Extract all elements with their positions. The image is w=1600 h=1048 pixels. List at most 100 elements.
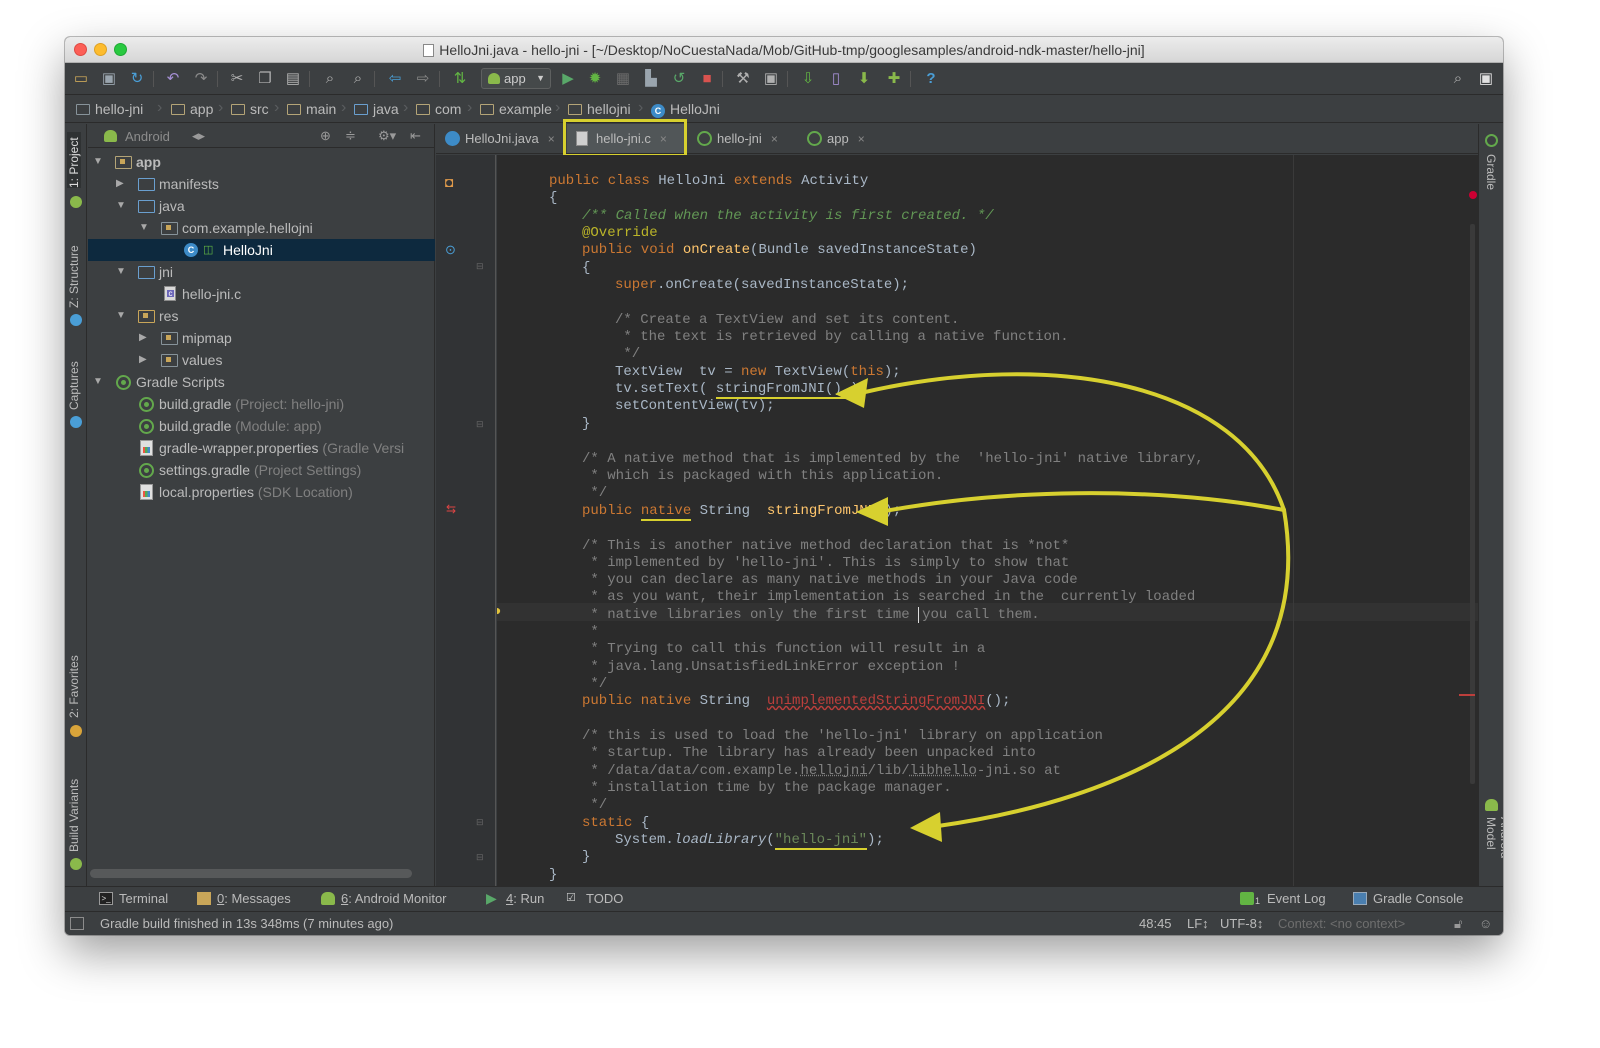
vertical-scrollbar[interactable] [1470, 224, 1475, 784]
tree-item-res[interactable]: ▼ res [88, 305, 435, 327]
context-select[interactable]: Context: <no context> [1278, 916, 1405, 931]
breadcrumb-item[interactable]: src [231, 101, 269, 118]
code-editor[interactable]: ● public class HelloJni extends Activity… [497, 155, 1478, 886]
gradle-console-button[interactable]: Gradle Console [1353, 891, 1463, 906]
toggle-tool-windows-icon[interactable] [70, 917, 84, 930]
forward-icon[interactable]: ⇨ [414, 70, 432, 88]
tree-item-jni[interactable]: ▼ jni [88, 261, 435, 283]
search-everywhere-icon[interactable]: ⌕ [1449, 70, 1467, 88]
tree-item-manifests[interactable]: ▶ manifests [88, 173, 435, 195]
breadcrumb-item[interactable]: app [171, 101, 213, 118]
tree-item-hellojni[interactable]: C ◫ HelloJni [88, 239, 435, 261]
paste-icon[interactable]: ▤ [284, 70, 302, 88]
tab-structure[interactable]: Z: Structure [67, 232, 81, 308]
breadcrumb-item[interactable]: example [480, 101, 552, 118]
close-icon[interactable]: × [548, 132, 555, 146]
open-icon[interactable]: ▭ [72, 70, 90, 88]
back-icon[interactable]: ⇦ [386, 70, 404, 88]
close-icon[interactable]: × [858, 132, 865, 146]
help-icon[interactable]: ? [922, 70, 940, 88]
tree-item-local-properties[interactable]: local.properties (SDK Location) [88, 481, 435, 503]
tab-captures[interactable]: Captures [67, 350, 81, 410]
find-icon[interactable]: ⌕ [321, 70, 339, 88]
attach-debugger-icon[interactable]: ▙ [642, 70, 660, 88]
avd-manager-icon[interactable]: ▯ [827, 70, 845, 88]
android-device-monitor-icon[interactable]: ✚ [885, 70, 903, 88]
class-marker-icon[interactable]: ◘ [445, 174, 453, 190]
user-icon[interactable]: ▣ [1477, 70, 1495, 88]
android-monitor-button[interactable]: 6: Android Monitor [321, 891, 447, 906]
switch-view-icon[interactable]: ◂▸ [192, 128, 205, 144]
error-marker[interactable] [1459, 694, 1475, 696]
breadcrumb-item[interactable]: com [416, 101, 461, 118]
fold-icon[interactable]: ⊟ [476, 817, 484, 828]
tab-project[interactable]: 1: Project [67, 132, 81, 188]
tree-item-gradle-scripts[interactable]: ▼ Gradle Scripts [88, 371, 435, 393]
event-log-button[interactable]: 1 Event Log [1240, 891, 1326, 906]
make-icon[interactable]: ⇅ [451, 70, 469, 88]
tree-item-build-gradle-project[interactable]: build.gradle (Project: hello-jni) [88, 393, 435, 415]
tree-item-mipmap[interactable]: ▶ mipmap [88, 327, 435, 349]
tab-build-variants[interactable]: Build Variants [67, 764, 81, 852]
run-button[interactable]: ▶ 4: Run [486, 891, 544, 906]
fold-icon[interactable]: ⊟ [476, 419, 484, 430]
tree-item-values[interactable]: ▶ values [88, 349, 435, 371]
caret-position[interactable]: 48:45 [1139, 916, 1172, 931]
fold-icon[interactable]: ⊟ [476, 852, 484, 863]
tree-item-package[interactable]: ▼ com.example.hellojni [88, 217, 435, 239]
debug-icon[interactable]: ✹ [586, 70, 604, 88]
hide-panel-icon[interactable]: ⇤ [410, 128, 421, 144]
horizontal-scrollbar[interactable] [90, 869, 412, 878]
tree-item-hello-jni-c[interactable]: hello-jni.c [88, 283, 435, 305]
breadcrumb-item[interactable]: java [354, 101, 399, 118]
encoding-select[interactable]: UTF-8↕ [1220, 916, 1263, 931]
breadcrumb-item[interactable]: hellojni [568, 101, 631, 118]
tab-favorites[interactable]: 2: Favorites [67, 644, 81, 718]
copy-icon[interactable]: ❐ [256, 70, 274, 88]
cut-icon[interactable]: ✂ [228, 70, 246, 88]
apply-changes-icon[interactable]: ↺ [670, 70, 688, 88]
gear-icon[interactable]: ⚙▾ [378, 128, 396, 144]
tree-item-java[interactable]: ▼ java [88, 195, 435, 217]
tab-gradle[interactable]: Gradle [1484, 154, 1498, 190]
tree-item-build-gradle-module[interactable]: build.gradle (Module: app) [88, 415, 435, 437]
fold-icon[interactable]: ⊟ [476, 261, 484, 272]
tab-hellojni-java[interactable]: HelloJni.java × [436, 124, 558, 153]
tree-item-app[interactable]: ▼ app [88, 151, 435, 173]
todo-button[interactable]: ☑ TODO [566, 891, 623, 906]
sync-icon[interactable]: ↻ [128, 70, 146, 88]
tab-hello-jni-gradle[interactable]: hello-jni × [688, 124, 794, 153]
breadcrumb-item[interactable]: hello-jni [76, 101, 143, 118]
line-separator-select[interactable]: LF↕ [1187, 916, 1209, 931]
undo-icon[interactable]: ↶ [164, 70, 182, 88]
close-window-button[interactable] [74, 43, 87, 56]
messages-button[interactable]: 0: Messages [197, 891, 291, 906]
project-view-select[interactable]: Android [125, 129, 170, 144]
coverage-icon[interactable]: ▦ [614, 70, 632, 88]
scroll-from-source-icon[interactable]: ⊕ [320, 128, 331, 144]
project-structure-icon[interactable]: ⚒ [734, 70, 752, 88]
tab-android-model[interactable]: Android Model [1484, 817, 1503, 886]
sync-gradle-icon[interactable]: ⇩ [799, 70, 817, 88]
tree-item-gradle-wrapper[interactable]: gradle-wrapper.properties (Gradle Versi [88, 437, 435, 459]
lock-icon[interactable]: 🔓︎ [1454, 916, 1462, 932]
stop-icon[interactable]: ■ [698, 70, 716, 88]
minimize-window-button[interactable] [94, 43, 107, 56]
save-icon[interactable]: ▣ [100, 70, 118, 88]
layout-icon[interactable]: ▣ [762, 70, 780, 88]
override-marker-icon[interactable]: ⊙ [445, 242, 456, 258]
terminal-button[interactable]: >_ Terminal [99, 891, 168, 906]
breadcrumb-item[interactable]: C HelloJni [651, 101, 720, 118]
collapse-all-icon[interactable]: ≑ [345, 128, 356, 144]
replace-icon[interactable]: ⌕ [349, 70, 367, 88]
breadcrumb-item[interactable]: main [287, 101, 336, 118]
error-stripe-icon[interactable] [1469, 191, 1477, 199]
run-icon[interactable]: ▶ [559, 70, 577, 88]
navigate-native-icon[interactable]: ⇆ [446, 502, 456, 516]
sdk-manager-icon[interactable]: ⬇ [855, 70, 873, 88]
tree-item-settings-gradle[interactable]: settings.gradle (Project Settings) [88, 459, 435, 481]
redo-icon[interactable]: ↷ [192, 70, 210, 88]
inspector-icon[interactable]: ☺ [1479, 916, 1492, 931]
zoom-window-button[interactable] [114, 43, 127, 56]
run-configuration-select[interactable]: app ▼ [481, 68, 551, 89]
